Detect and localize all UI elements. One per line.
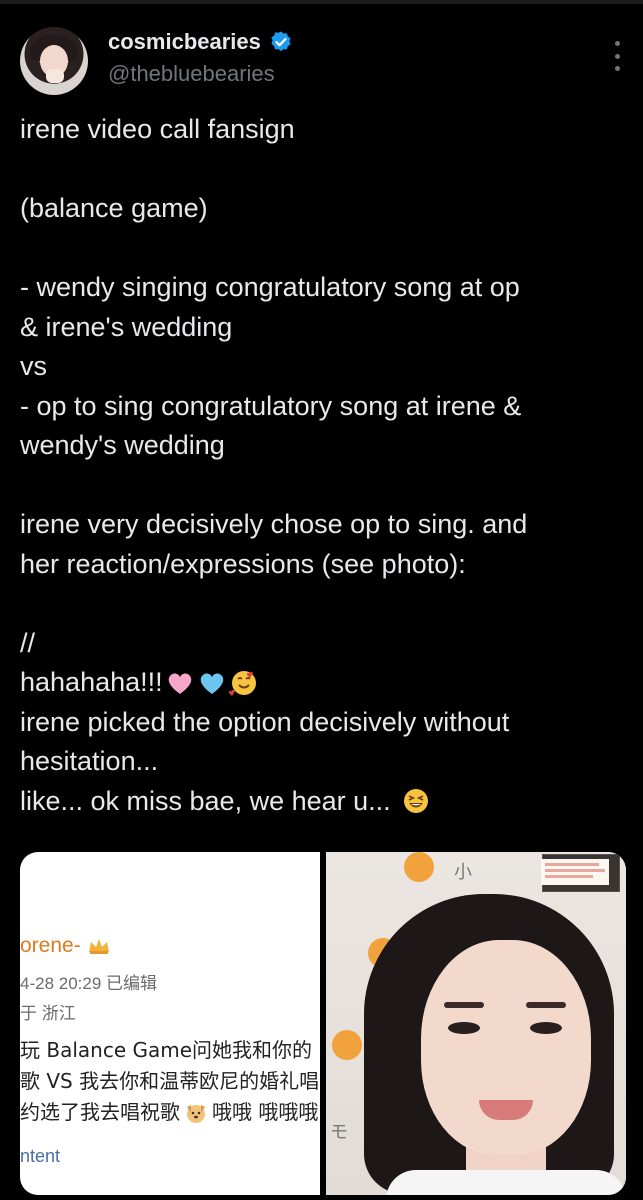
- background-text: 小: [454, 862, 472, 883]
- display-name-row[interactable]: cosmicbearies: [108, 29, 293, 55]
- avatar-hand: [46, 69, 64, 83]
- crown-badge-icon: [88, 939, 109, 954]
- tweet-line-with-emoji: hahahaha!!!: [20, 663, 630, 703]
- tweet-line: hesitation...: [20, 746, 159, 776]
- pink-heart-emoji: [168, 673, 191, 694]
- weibo-username-row: orene-: [20, 934, 111, 958]
- weibo-screenshot-image[interactable]: orene- 4-28 20:29 已编辑 于 浙江 玩 Balance Gam…: [20, 852, 320, 1195]
- avatar[interactable]: [20, 27, 88, 95]
- top-divider: [0, 0, 643, 4]
- tweet-line: irene picked the option decisively witho…: [20, 706, 510, 737]
- more-dot: [615, 66, 620, 71]
- inset-text-line: [545, 863, 599, 866]
- video-call-inset-window[interactable]: [541, 854, 620, 892]
- video-call-photo[interactable]: 小 小 小モ モ: [326, 852, 626, 1195]
- person-face: [421, 940, 591, 1155]
- weibo-line-text: 约选了我去唱祝歌: [20, 1100, 180, 1124]
- tweet-line: irene very decisively chose op to sing. …: [20, 509, 528, 539]
- tweet-line: irene video call fansign: [20, 114, 295, 144]
- person-brow: [444, 1002, 484, 1008]
- grinning-squinting-face-emoji: [403, 789, 428, 814]
- weibo-timestamp: 4-28 20:29 已编辑: [20, 974, 158, 993]
- tweet-text: irene video call fansign (balance game) …: [20, 110, 630, 821]
- tweet-line: wendy's wedding: [20, 430, 225, 460]
- more-dot: [615, 53, 620, 59]
- display-name[interactable]: cosmicbearies: [108, 29, 261, 55]
- weibo-line: 歌 VS 我去你和温蒂欧尼的婚礼唱: [20, 1069, 320, 1093]
- person-shirt: [386, 1170, 626, 1195]
- orange-dot-decoration: [404, 852, 434, 882]
- more-dot: [615, 41, 620, 46]
- smiling-face-with-hearts-emoji: [228, 670, 256, 696]
- verified-badge-icon: [271, 31, 291, 52]
- tweet-line-with-emoji: like... ok miss bae, we hear u...: [20, 782, 630, 822]
- weibo-location: 于 浙江: [20, 1004, 76, 1023]
- weibo-line: 玩 Balance Game问她我和你的: [20, 1038, 313, 1062]
- tweet-line: //: [20, 627, 36, 658]
- dog-face-emoji: [187, 1104, 205, 1123]
- blue-heart-emoji: [200, 673, 223, 694]
- tweet-media[interactable]: orene- 4-28 20:29 已编辑 于 浙江 玩 Balance Gam…: [20, 852, 626, 1195]
- tweet-line-text: hahahaha!!!: [20, 667, 163, 697]
- tweet-line: - wendy singing congratulatory song at o…: [20, 272, 520, 302]
- person-brow: [526, 1002, 566, 1008]
- user-handle[interactable]: @thebluebearies: [108, 61, 275, 87]
- background-text: モ: [330, 1122, 348, 1143]
- tweet-line: (balance game): [20, 193, 208, 223]
- more-options-icon[interactable]: [615, 41, 621, 71]
- tweet-line-text: like... ok miss bae, we hear u...: [20, 785, 391, 816]
- weibo-content-link[interactable]: ntent: [20, 1146, 60, 1167]
- orange-dot-decoration: [332, 1030, 362, 1060]
- inset-text-line: [545, 875, 593, 878]
- inset-text-line: [545, 869, 605, 872]
- weibo-post-text: 玩 Balance Game问她我和你的 歌 VS 我去你和温蒂欧尼的婚礼唱 约…: [20, 1035, 319, 1128]
- tweet-line: her reaction/expressions (see photo):: [20, 548, 466, 579]
- tweet-header: cosmicbearies @thebluebearies: [20, 27, 623, 97]
- inset-screen: [541, 859, 609, 885]
- weibo-username: orene-: [20, 934, 81, 957]
- person-eye: [530, 1022, 562, 1034]
- tweet-line: - op to sing congratulatory song at iren…: [20, 390, 522, 421]
- weibo-line-text: 哦哦 哦哦哦: [212, 1100, 319, 1124]
- tweet-line: vs: [20, 351, 47, 381]
- person-eye: [448, 1022, 480, 1034]
- tweet-line: & irene's wedding: [20, 311, 233, 342]
- weibo-line-with-emoji: 约选了我去唱祝歌 哦哦 哦哦哦: [20, 1097, 319, 1128]
